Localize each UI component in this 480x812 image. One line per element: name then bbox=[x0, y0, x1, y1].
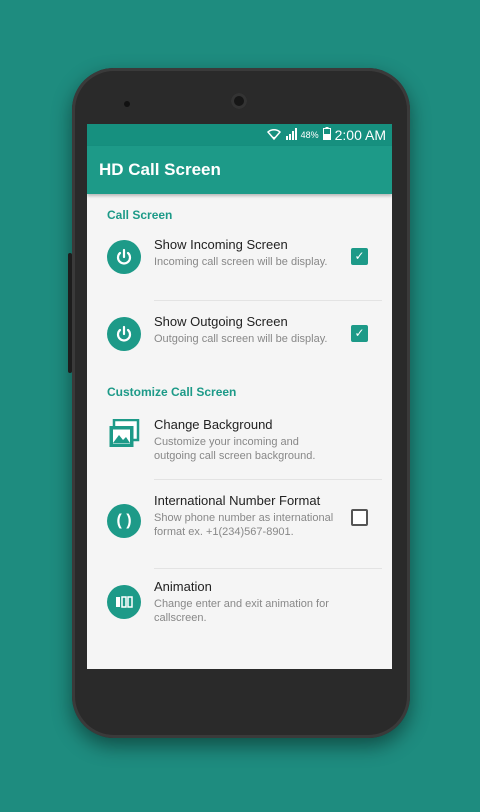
section-title-call-screen: Call Screen bbox=[107, 208, 173, 222]
incoming-screen-checkbox[interactable]: ✓ bbox=[351, 248, 368, 265]
phone-screen: 48% 2:00 AM HD Call Screen Call Screen S… bbox=[87, 124, 392, 669]
divider bbox=[154, 479, 382, 480]
pref-title: International Number Format bbox=[154, 493, 321, 508]
pref-title: Show Outgoing Screen bbox=[154, 314, 288, 329]
pref-summary: Customize your incoming and outgoing cal… bbox=[154, 436, 316, 462]
power-icon bbox=[107, 317, 141, 351]
app-title: HD Call Screen bbox=[99, 160, 221, 179]
pref-international-number-format[interactable]: ( ) International Number Format Show pho… bbox=[87, 493, 392, 568]
pref-summary: Show phone number as international forma… bbox=[154, 512, 334, 538]
pref-title: Animation bbox=[154, 579, 212, 594]
image-icon bbox=[107, 419, 141, 449]
pref-show-incoming-screen[interactable]: Show Incoming Screen Incoming call scree… bbox=[87, 237, 392, 300]
international-format-checkbox[interactable] bbox=[351, 509, 368, 526]
signal-icon bbox=[285, 127, 297, 143]
battery-percent: 48% bbox=[300, 130, 319, 140]
pref-summary: Change enter and exit animation for call… bbox=[154, 598, 329, 624]
app-bar: HD Call Screen bbox=[87, 146, 392, 194]
pref-change-background[interactable]: Change Background Customize your incomin… bbox=[87, 417, 392, 479]
pref-title: Change Background bbox=[154, 417, 273, 432]
pref-animation[interactable]: Animation Change enter and exit animatio… bbox=[87, 579, 392, 635]
animation-icon bbox=[107, 585, 141, 619]
section-title-customize-call-screen: Customize Call Screen bbox=[107, 385, 237, 399]
battery-icon bbox=[322, 127, 331, 143]
phone-camera bbox=[231, 93, 247, 109]
status-bar: 48% 2:00 AM bbox=[87, 124, 392, 146]
pref-summary: Outgoing call screen will be display. bbox=[154, 333, 328, 345]
pref-show-outgoing-screen[interactable]: Show Outgoing Screen Outgoing call scree… bbox=[87, 314, 392, 375]
clock: 2:00 AM bbox=[334, 127, 386, 143]
divider bbox=[154, 300, 382, 301]
wifi-icon bbox=[266, 128, 281, 143]
divider bbox=[154, 568, 382, 569]
pref-title: Show Incoming Screen bbox=[154, 237, 288, 252]
outgoing-screen-checkbox[interactable]: ✓ bbox=[351, 325, 368, 342]
power-icon bbox=[107, 240, 141, 274]
phone-side-button bbox=[68, 253, 72, 373]
pref-summary: Incoming call screen will be display. bbox=[154, 256, 328, 268]
phone-speaker bbox=[124, 101, 130, 107]
parentheses-icon: ( ) bbox=[107, 504, 141, 538]
